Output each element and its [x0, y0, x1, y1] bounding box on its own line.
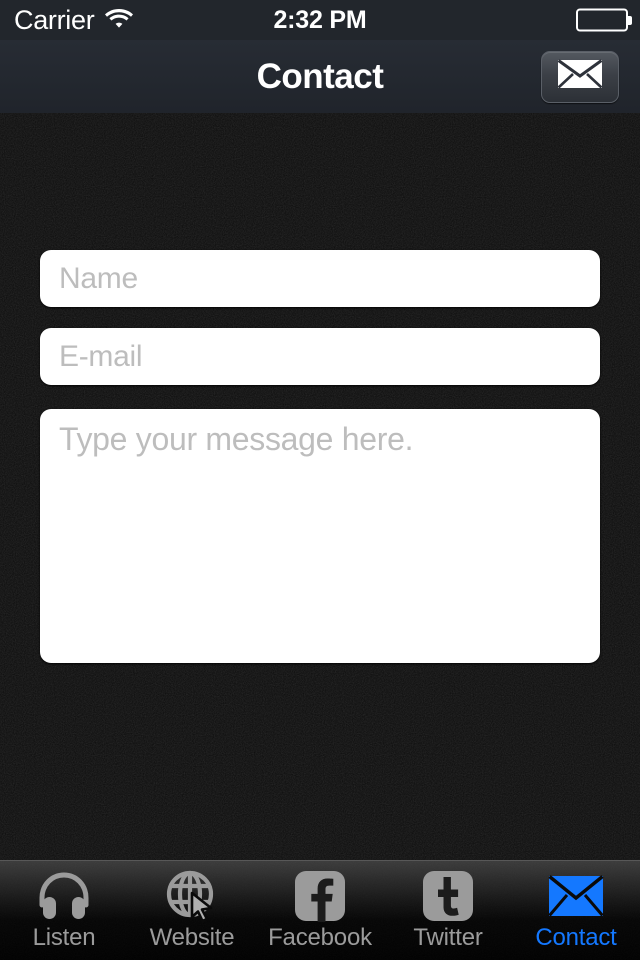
tab-bar: Listen Website Facebook Twitter Contact — [0, 860, 640, 960]
facebook-icon — [294, 870, 346, 922]
contact-screen: Carrier 2:32 PM Contact Name E-mail Type… — [0, 0, 640, 960]
clock: 2:32 PM — [273, 5, 367, 34]
tab-website[interactable]: Website — [128, 861, 256, 960]
globe-cursor-icon — [165, 870, 219, 922]
tab-facebook[interactable]: Facebook — [256, 861, 384, 960]
email-input[interactable]: E-mail — [40, 328, 600, 385]
tab-contact[interactable]: Contact — [512, 861, 640, 960]
message-textarea-placeholder: Type your message here. — [59, 421, 414, 457]
send-message-button[interactable] — [541, 50, 619, 103]
nav-bar: Contact — [0, 40, 640, 113]
email-input-placeholder: E-mail — [59, 339, 143, 373]
status-bar-right — [576, 8, 628, 32]
battery-full-icon — [576, 8, 628, 32]
content-area: Name E-mail Type your message here. — [0, 113, 640, 860]
tab-twitter-label: Twitter — [413, 924, 483, 951]
envelope-icon — [548, 870, 604, 922]
name-input[interactable]: Name — [40, 250, 600, 307]
message-textarea[interactable]: Type your message here. — [40, 409, 600, 663]
twitter-icon — [422, 870, 474, 922]
tab-facebook-label: Facebook — [268, 924, 372, 951]
tab-contact-label: Contact — [535, 924, 617, 951]
tab-listen[interactable]: Listen — [0, 861, 128, 960]
tab-listen-label: Listen — [32, 924, 96, 951]
name-input-placeholder: Name — [59, 261, 138, 295]
status-bar: Carrier 2:32 PM — [0, 0, 640, 40]
headphones-icon — [36, 870, 92, 922]
tab-twitter[interactable]: Twitter — [384, 861, 512, 960]
envelope-icon — [557, 58, 603, 95]
tab-website-label: Website — [149, 924, 235, 951]
